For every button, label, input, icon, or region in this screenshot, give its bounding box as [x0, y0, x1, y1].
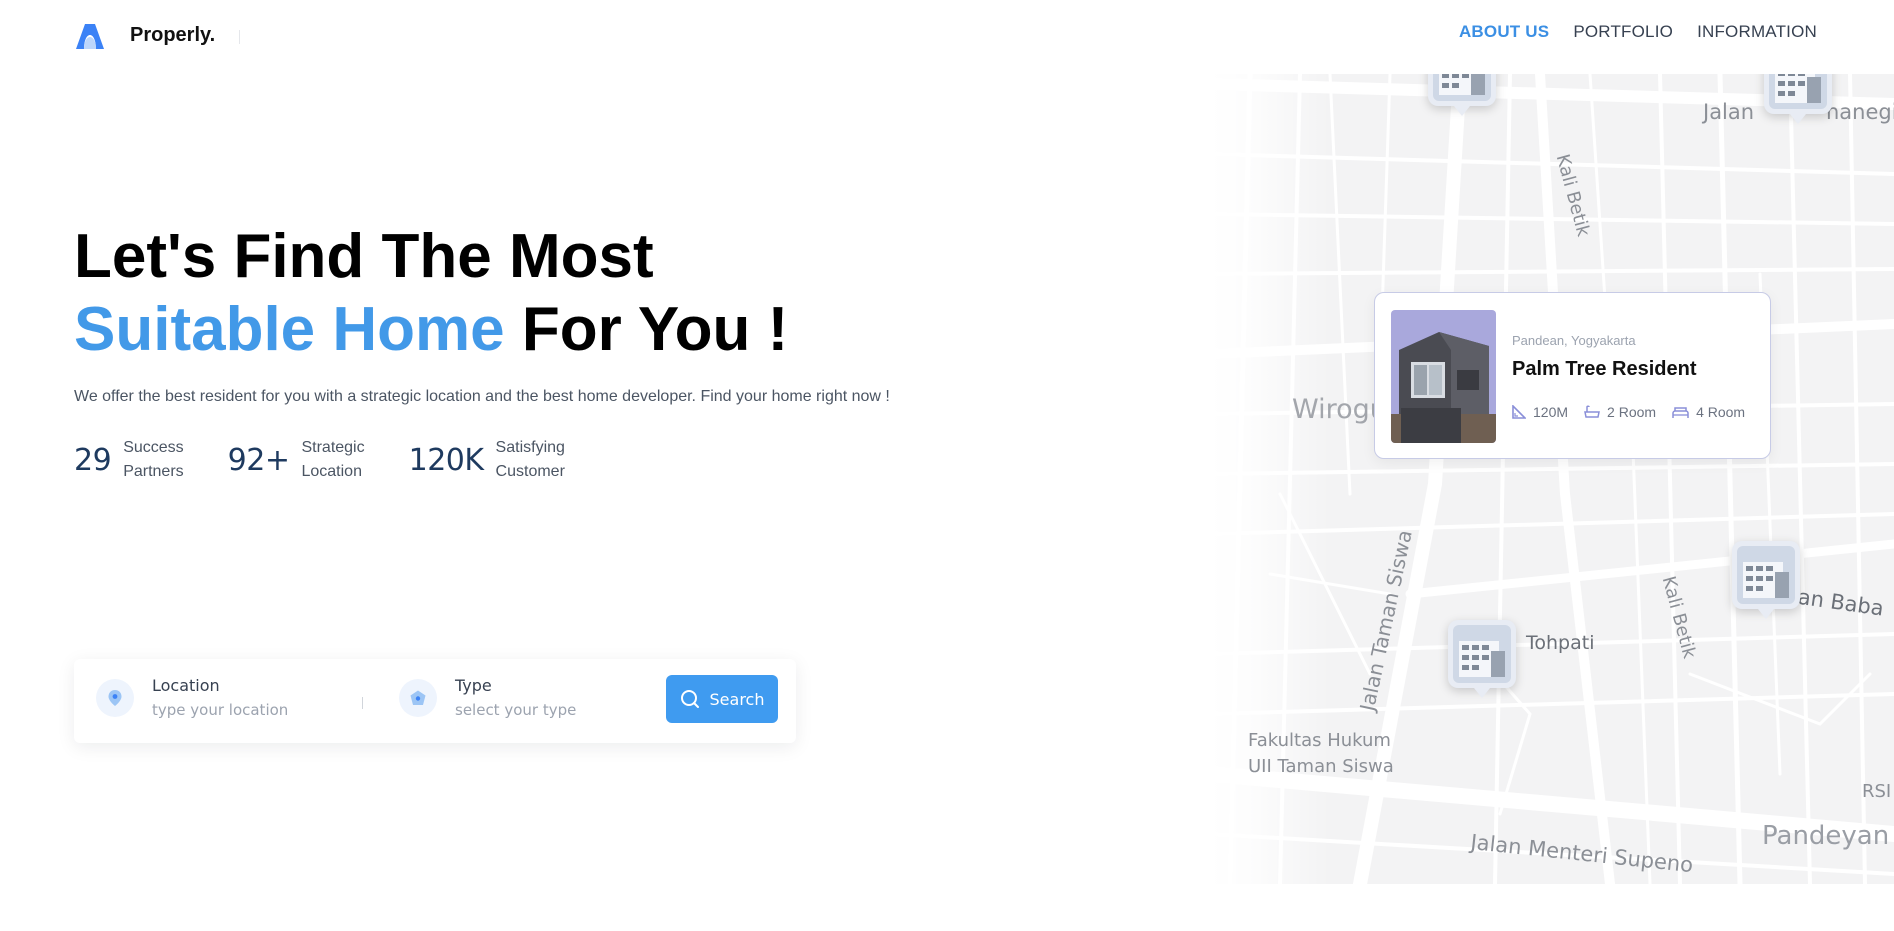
- type-field-text: Type: [455, 676, 645, 719]
- nav-divider: [239, 30, 240, 44]
- hero-description: We offer the best resident for you with …: [74, 388, 890, 405]
- building-thumbnail-icon: [1428, 74, 1496, 106]
- feature-rooms-value: 2 Room: [1607, 404, 1657, 420]
- feature-bedrooms: 4 Room: [1672, 404, 1745, 420]
- search-card: Location Type Search: [74, 659, 796, 743]
- stat-label: Strategic Location: [301, 436, 364, 484]
- stat-number: 120K: [408, 442, 484, 478]
- nav-link-about-us[interactable]: ABOUT US: [1459, 22, 1549, 42]
- feature-area: 120M: [1512, 404, 1568, 420]
- stat-number: 29: [74, 442, 112, 478]
- stats-row: 29 Success Partners 92+ Strategic Locati…: [74, 436, 565, 484]
- navbar: Properly. ABOUT US PORTFOLIO INFORMATION: [0, 0, 1894, 72]
- map-label-rsi: RSI: [1862, 781, 1892, 802]
- stat-partners: 29 Success Partners: [74, 436, 184, 484]
- building-thumbnail-icon: [1732, 541, 1800, 609]
- nav-link-portfolio[interactable]: PORTFOLIO: [1573, 22, 1673, 42]
- hero-title-accent: Suitable Home: [74, 295, 505, 364]
- area-ruler-icon: [1512, 405, 1526, 419]
- property-location: Pandean, Yogyakarta: [1512, 333, 1636, 348]
- map-pin[interactable]: [1428, 74, 1496, 116]
- search-icon: [680, 690, 699, 708]
- location-pin-icon: [96, 678, 134, 717]
- building-thumbnail-icon: [1448, 620, 1516, 688]
- map-view[interactable]: Jalan hanegi Kali Betik Wirogu Jalan Tam…: [1210, 74, 1894, 884]
- brand-name[interactable]: Properly.: [130, 24, 215, 47]
- map-label-fakultas-2: UII Taman Siswa: [1248, 756, 1394, 777]
- location-field[interactable]: Location: [96, 676, 342, 719]
- property-name[interactable]: Palm Tree Resident: [1512, 358, 1697, 381]
- stat-label: Success Partners: [123, 436, 183, 484]
- feature-rooms: 2 Room: [1584, 404, 1656, 420]
- bed-icon: [1672, 406, 1689, 418]
- feature-area-value: 120M: [1533, 404, 1569, 420]
- stat-customer: 120K Satisfying Customer: [409, 436, 565, 484]
- hero-title-line1: Let's Find The Most: [74, 222, 654, 291]
- property-image: [1391, 310, 1496, 443]
- map-pin[interactable]: [1732, 541, 1800, 619]
- nav-link-information[interactable]: INFORMATION: [1697, 22, 1817, 42]
- building-thumbnail-icon: [1764, 74, 1832, 114]
- map-pin-tail: [1454, 106, 1470, 116]
- map-label-hanegi: hanegi: [1826, 100, 1894, 124]
- property-card[interactable]: Pandean, Yogyakarta Palm Tree Resident 1…: [1374, 292, 1771, 459]
- property-features: 120M 2 Room 4 Room: [1512, 404, 1745, 420]
- hero-title: Let's Find The Most Suitable Home For Yo…: [74, 220, 788, 366]
- feature-bedrooms-value: 4 Room: [1696, 404, 1746, 420]
- brand-logo-icon[interactable]: [74, 23, 106, 49]
- map-pin-tail: [1790, 114, 1806, 124]
- map-label-pandeyan: Pandeyan: [1762, 821, 1890, 851]
- home-type-icon: [399, 678, 437, 717]
- search-button[interactable]: Search: [666, 675, 778, 723]
- search-button-label: Search: [709, 689, 765, 709]
- stat-label: Satisfying Customer: [496, 436, 565, 484]
- bathtub-icon: [1584, 405, 1600, 418]
- stat-label-line2: Customer: [495, 463, 565, 480]
- stat-label-line2: Location: [301, 463, 362, 480]
- search-field-divider: [362, 697, 363, 709]
- map-pin[interactable]: [1764, 74, 1832, 124]
- location-field-text: Location: [152, 676, 342, 719]
- stat-label-line2: Partners: [123, 463, 184, 480]
- hero-title-rest: For You !: [504, 295, 789, 364]
- stat-label-line1: Strategic: [301, 439, 365, 456]
- map-pin-tail: [1758, 609, 1774, 619]
- map-pin-tail: [1474, 688, 1490, 698]
- stat-number: 92+: [227, 442, 290, 478]
- location-label: Location: [152, 676, 220, 695]
- map-pin[interactable]: [1448, 620, 1516, 698]
- map-label-tohpati: Tohpati: [1526, 632, 1595, 654]
- location-input[interactable]: [152, 701, 342, 719]
- nav-links: ABOUT US PORTFOLIO INFORMATION: [1459, 22, 1817, 42]
- type-label: Type: [455, 676, 492, 695]
- stat-location: 92+ Strategic Location: [228, 436, 365, 484]
- map-label-jalan: Jalan: [1703, 100, 1755, 124]
- map-label-wirogu: Wirogu: [1292, 394, 1387, 425]
- stat-label-line1: Success: [123, 439, 184, 456]
- map-label-fakultas-1: Fakultas Hukum: [1248, 730, 1391, 751]
- type-select[interactable]: [455, 701, 645, 719]
- type-field[interactable]: Type: [399, 676, 645, 719]
- stat-label-line1: Satisfying: [495, 439, 565, 456]
